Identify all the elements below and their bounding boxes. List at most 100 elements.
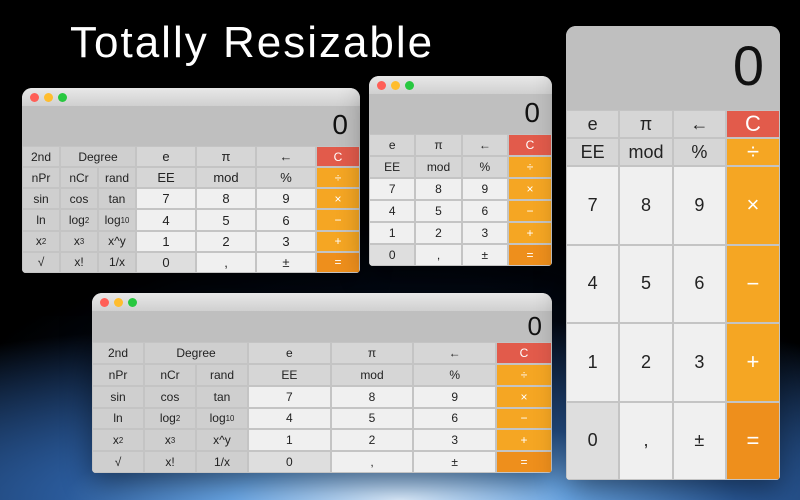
key-x3[interactable]: x3 xyxy=(60,231,98,252)
key-degree[interactable]: Degree xyxy=(144,342,248,364)
key-xy[interactable]: x^y xyxy=(98,231,136,252)
key-log2[interactable]: log2 xyxy=(144,408,196,430)
key-plus[interactable]: + xyxy=(496,429,552,451)
key-comma[interactable]: , xyxy=(331,451,414,473)
key-ncr[interactable]: nCr xyxy=(60,167,98,188)
key-clear[interactable]: C xyxy=(726,110,780,138)
key-divide[interactable]: ÷ xyxy=(496,364,552,386)
key-2nd[interactable]: 2nd xyxy=(22,146,60,167)
window-titlebar[interactable] xyxy=(369,76,552,94)
key-4[interactable]: 4 xyxy=(248,408,331,430)
key-npr[interactable]: nPr xyxy=(92,364,144,386)
key-0[interactable]: 0 xyxy=(566,402,619,481)
key-pi[interactable]: π xyxy=(196,146,256,167)
key-4[interactable]: 4 xyxy=(369,200,415,222)
key-equals[interactable]: = xyxy=(316,252,360,273)
key-7[interactable]: 7 xyxy=(136,188,196,209)
key-plus[interactable]: + xyxy=(508,222,552,244)
key-recip[interactable]: 1/x xyxy=(98,252,136,273)
key-9[interactable]: 9 xyxy=(256,188,316,209)
key-4[interactable]: 4 xyxy=(136,209,196,230)
key-multiply[interactable]: × xyxy=(508,178,552,200)
key-equals[interactable]: = xyxy=(496,451,552,473)
key-6[interactable]: 6 xyxy=(256,209,316,230)
key-cos[interactable]: cos xyxy=(144,386,196,408)
key-2[interactable]: 2 xyxy=(619,323,672,402)
key-plusminus[interactable]: ± xyxy=(462,244,508,266)
key-pi[interactable]: π xyxy=(619,110,672,138)
key-1[interactable]: 1 xyxy=(369,222,415,244)
key-mod[interactable]: mod xyxy=(415,156,461,178)
key-ee[interactable]: EE xyxy=(136,167,196,188)
key-9[interactable]: 9 xyxy=(673,166,726,245)
key-cos[interactable]: cos xyxy=(60,188,98,209)
key-pi[interactable]: π xyxy=(331,342,414,364)
key-7[interactable]: 7 xyxy=(369,178,415,200)
key-degree[interactable]: Degree xyxy=(60,146,136,167)
key-8[interactable]: 8 xyxy=(415,178,461,200)
key-7[interactable]: 7 xyxy=(566,166,619,245)
key-divide[interactable]: ÷ xyxy=(726,138,780,166)
key-8[interactable]: 8 xyxy=(331,386,414,408)
key-6[interactable]: 6 xyxy=(673,245,726,324)
close-icon[interactable] xyxy=(377,81,386,90)
key-multiply[interactable]: × xyxy=(496,386,552,408)
key-divide[interactable]: ÷ xyxy=(508,156,552,178)
key-3[interactable]: 3 xyxy=(256,231,316,252)
key-5[interactable]: 5 xyxy=(619,245,672,324)
key-1[interactable]: 1 xyxy=(136,231,196,252)
key-3[interactable]: 3 xyxy=(673,323,726,402)
key-7[interactable]: 7 xyxy=(248,386,331,408)
key-5[interactable]: 5 xyxy=(196,209,256,230)
key-2nd[interactable]: 2nd xyxy=(92,342,144,364)
close-icon[interactable] xyxy=(100,298,109,307)
zoom-icon[interactable] xyxy=(128,298,137,307)
key-2[interactable]: 2 xyxy=(196,231,256,252)
key-3[interactable]: 3 xyxy=(413,429,496,451)
key-6[interactable]: 6 xyxy=(413,408,496,430)
key-minus[interactable]: − xyxy=(726,245,780,324)
key-6[interactable]: 6 xyxy=(462,200,508,222)
key-pct[interactable]: % xyxy=(413,364,496,386)
key-back-icon[interactable]: ← xyxy=(413,342,496,364)
key-0[interactable]: 0 xyxy=(369,244,415,266)
key-tan[interactable]: tan xyxy=(98,188,136,209)
key-e[interactable]: e xyxy=(566,110,619,138)
key-back-icon[interactable]: ← xyxy=(256,146,316,167)
key-npr[interactable]: nPr xyxy=(22,167,60,188)
key-clear[interactable]: C xyxy=(316,146,360,167)
key-sin[interactable]: sin xyxy=(22,188,60,209)
key-2[interactable]: 2 xyxy=(415,222,461,244)
zoom-icon[interactable] xyxy=(405,81,414,90)
key-minus[interactable]: − xyxy=(508,200,552,222)
key-9[interactable]: 9 xyxy=(413,386,496,408)
zoom-icon[interactable] xyxy=(58,93,67,102)
key-sqrt[interactable]: √ xyxy=(22,252,60,273)
key-rand[interactable]: rand xyxy=(98,167,136,188)
key-mod[interactable]: mod xyxy=(331,364,414,386)
key-plusminus[interactable]: ± xyxy=(673,402,726,481)
window-titlebar[interactable] xyxy=(22,88,360,106)
key-1[interactable]: 1 xyxy=(566,323,619,402)
key-pct[interactable]: % xyxy=(256,167,316,188)
key-ee[interactable]: EE xyxy=(369,156,415,178)
key-log10[interactable]: log10 xyxy=(196,408,248,430)
key-xy[interactable]: x^y xyxy=(196,429,248,451)
minimize-icon[interactable] xyxy=(114,298,123,307)
key-fact[interactable]: x! xyxy=(144,451,196,473)
key-e[interactable]: e xyxy=(248,342,331,364)
key-e[interactable]: e xyxy=(369,134,415,156)
key-3[interactable]: 3 xyxy=(462,222,508,244)
key-ncr[interactable]: nCr xyxy=(144,364,196,386)
key-clear[interactable]: C xyxy=(508,134,552,156)
minimize-icon[interactable] xyxy=(44,93,53,102)
key-pi[interactable]: π xyxy=(415,134,461,156)
key-ln[interactable]: ln xyxy=(22,209,60,230)
key-2[interactable]: 2 xyxy=(331,429,414,451)
key-ee[interactable]: EE xyxy=(248,364,331,386)
key-rand[interactable]: rand xyxy=(196,364,248,386)
key-plusminus[interactable]: ± xyxy=(413,451,496,473)
key-fact[interactable]: x! xyxy=(60,252,98,273)
key-x2[interactable]: x2 xyxy=(92,429,144,451)
key-clear[interactable]: C xyxy=(496,342,552,364)
